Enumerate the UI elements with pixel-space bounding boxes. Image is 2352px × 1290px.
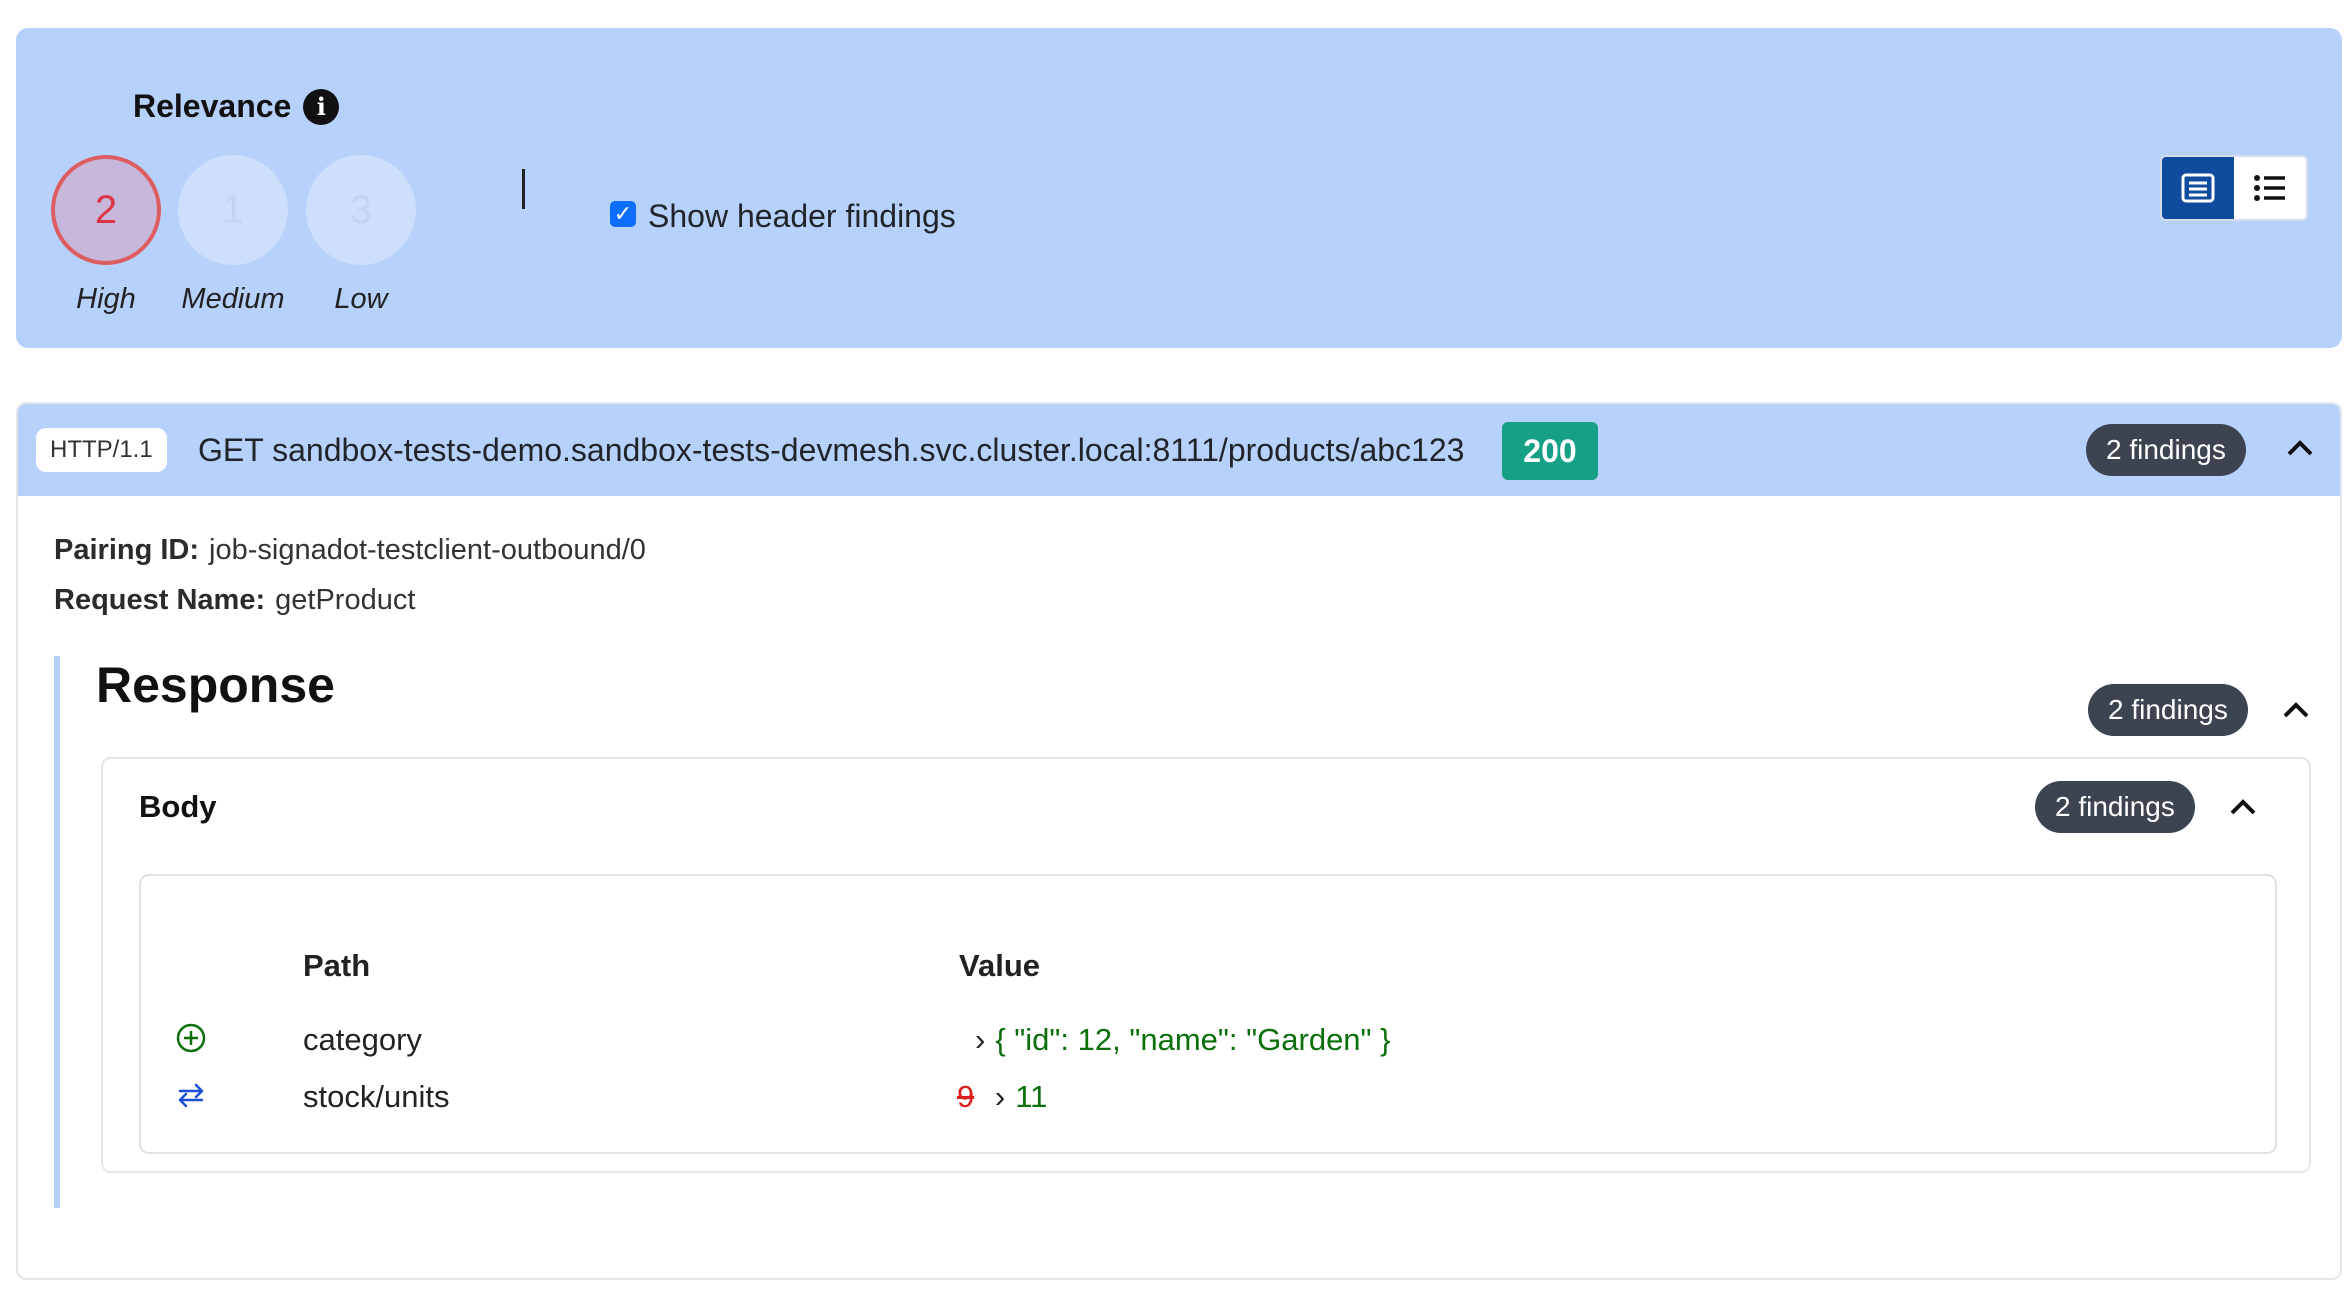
response-section: Response 2 findings Body 2 findings Path…: [54, 656, 2322, 1208]
request-line: GET sandbox-tests-demo.sandbox-tests-dev…: [198, 432, 1465, 468]
detail-view-button[interactable]: [2162, 157, 2234, 219]
response-title: Response: [96, 657, 335, 713]
request-card: HTTP/1.1 GET sandbox-tests-demo.sandbox-…: [16, 402, 2342, 1280]
row-value: 9 › 11: [957, 1079, 1048, 1114]
request-findings-badge: 2 findings: [2086, 424, 2246, 476]
chevron-up-icon[interactable]: [2229, 797, 2257, 817]
view-toggle: [2160, 155, 2308, 221]
status-badge: 200: [1502, 422, 1598, 480]
path-column-header: Path: [303, 948, 371, 983]
checkbox-checked-icon[interactable]: ✓: [610, 200, 636, 227]
relevance-low-button[interactable]: 3: [306, 155, 416, 265]
chevron-up-icon[interactable]: [2282, 700, 2310, 720]
plus-circle-icon: [176, 1023, 206, 1053]
response-findings-badge: 2 findings: [2088, 684, 2248, 736]
bullet-list-icon: [2254, 175, 2285, 201]
relevance-high-button[interactable]: 2: [51, 155, 161, 265]
findings-table: Path Value category ›{ "id": 12, "name":…: [139, 874, 2277, 1154]
detail-list-icon: [2181, 173, 2215, 203]
value-column-header: Value: [959, 948, 1040, 983]
divider: [522, 169, 525, 209]
body-title: Body: [139, 789, 217, 824]
swap-arrows-icon: [178, 1083, 204, 1108]
chevron-right-icon: ›: [994, 1079, 1006, 1114]
relevance-title: Relevance i: [133, 88, 340, 125]
protocol-badge: HTTP/1.1: [36, 428, 167, 472]
relevance-panel: Relevance i 2 1 3 High Medium Low ✓ Show…: [16, 28, 2342, 348]
body-findings-badge: 2 findings: [2035, 781, 2195, 833]
request-name: Request Name: getProduct: [54, 584, 416, 616]
pairing-id: Pairing ID: job-signadot-testclient-outbo…: [54, 534, 646, 566]
relevance-medium-label: Medium: [181, 283, 285, 315]
chevron-up-icon[interactable]: [2286, 438, 2314, 458]
relevance-low-label: Low: [334, 283, 388, 315]
chevron-right-icon: ›: [975, 1022, 986, 1057]
show-header-findings-toggle[interactable]: ✓ Show header findings: [610, 198, 956, 235]
relevance-high-label: High: [76, 283, 136, 315]
info-icon[interactable]: i: [303, 88, 340, 125]
body-section: Body 2 findings Path Value category ›{ "…: [101, 757, 2311, 1173]
row-value[interactable]: ›{ "id": 12, "name": "Garden" }: [975, 1022, 1391, 1058]
request-header[interactable]: HTTP/1.1 GET sandbox-tests-demo.sandbox-…: [18, 404, 2340, 496]
relevance-medium-button[interactable]: 1: [178, 155, 288, 265]
compact-list-view-button[interactable]: [2234, 157, 2306, 219]
row-path: category: [303, 1022, 422, 1057]
row-path: stock/units: [303, 1079, 450, 1114]
